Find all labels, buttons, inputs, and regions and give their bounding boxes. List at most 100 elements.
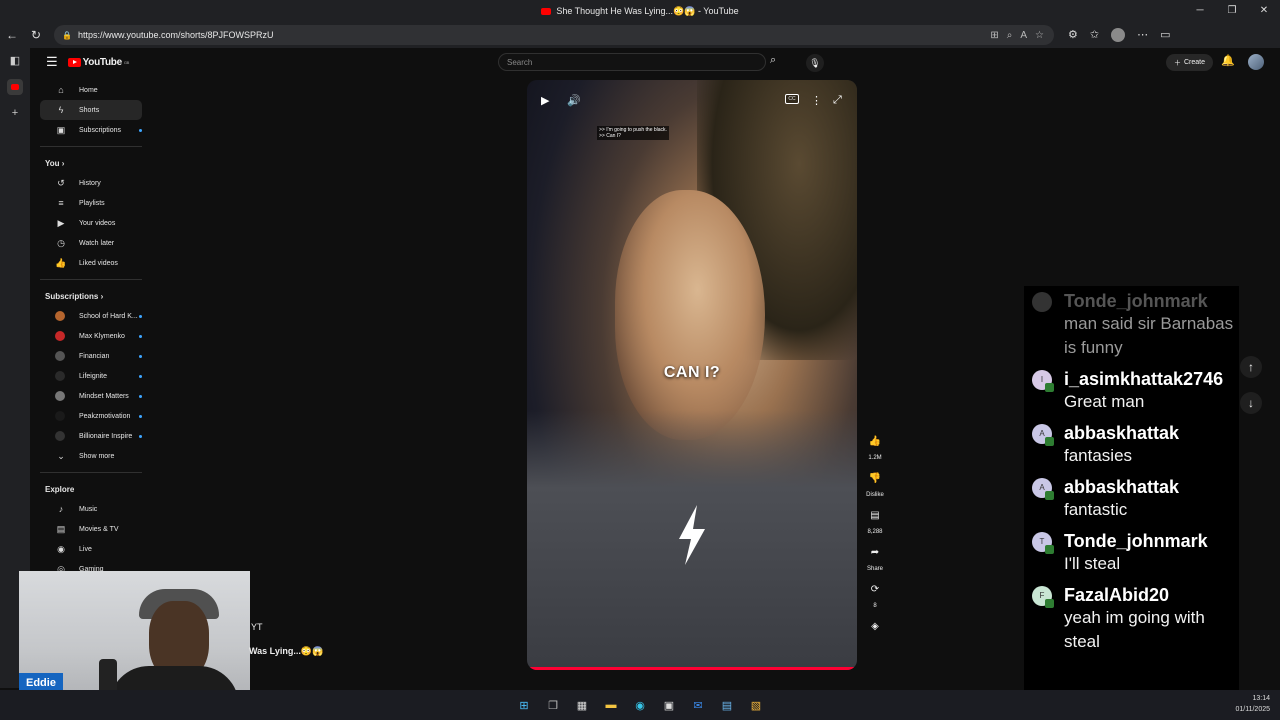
url-text: https://www.youtube.com/shorts/8PJFOWSPR… [77, 30, 274, 40]
sidebar-subscription-item[interactable]: School of Hard K... [40, 306, 142, 326]
zoom-icon[interactable]: ⌕ [1007, 30, 1013, 41]
youtube-favicon-icon [541, 7, 552, 15]
chat-user-avatar: A [1032, 424, 1054, 446]
captions-icon[interactable]: CC [785, 94, 799, 104]
task-view-icon[interactable]: ❐ [543, 695, 563, 715]
address-bar-row: ← ↻ 🔒 https://www.youtube.com/shorts/8PJ… [0, 22, 1280, 48]
sound-icon: ◈ [871, 620, 879, 632]
store-icon[interactable]: ▣ [659, 695, 679, 715]
widgets-icon[interactable]: ▦ [572, 695, 592, 715]
your-videos-icon: ▶ [57, 217, 65, 228]
windows-start-icon[interactable]: ⊞ [514, 695, 534, 715]
back-icon[interactable]: ← [0, 28, 24, 42]
sidebar-item-music[interactable]: ♪ Music [40, 499, 142, 519]
create-button[interactable]: ＋ Create [1166, 54, 1214, 71]
microphone-icon[interactable]: 🎙 [806, 54, 824, 72]
new-content-dot [139, 128, 142, 132]
sidebar-item-history[interactable]: ↺ History [40, 173, 142, 193]
search-input[interactable]: Search [498, 53, 766, 71]
file-explorer-icon[interactable]: ▬ [601, 695, 621, 715]
youtube-header: ☰ YouTube GB Search ⌕ 🎙 ＋ Create 🔔 [30, 48, 1280, 76]
sidebar-toggle-icon[interactable]: ▭ [1160, 28, 1170, 42]
sidebar-item-playlists[interactable]: ≡ Playlists [40, 193, 142, 213]
youtube-logo[interactable]: YouTube GB [67, 57, 129, 68]
notepad-icon[interactable]: ▤ [717, 695, 737, 715]
sound-button[interactable]: ◈ [860, 615, 890, 637]
sidebar-item-liked-videos[interactable]: 👍 Liked videos [40, 253, 142, 273]
chat-user-avatar: I [1032, 370, 1054, 392]
youtube-tab[interactable] [7, 79, 23, 95]
sidebar-subscription-item[interactable]: Billionaire Inspire [40, 426, 142, 446]
read-aloud-icon[interactable]: A [1020, 30, 1027, 41]
sidebar-item-shorts[interactable]: ϟ Shorts [40, 100, 142, 120]
search-icon[interactable]: ⌕ [770, 54, 776, 67]
sticky-notes-icon[interactable]: ▧ [746, 695, 766, 715]
video-progress-bar[interactable] [527, 667, 857, 670]
sidebar-item-watch-later[interactable]: ◷ Watch later [40, 233, 142, 253]
window-controls: ─ ❐ ✕ [1184, 0, 1280, 22]
partial-video-title: Was Lying...😳😱 [249, 646, 324, 656]
fullscreen-icon[interactable]: ⤢ [833, 94, 842, 107]
sidebar-item-live[interactable]: ◉ Live [40, 539, 142, 559]
lock-icon: 🔒 [62, 30, 72, 40]
favorites-icon[interactable]: ✩ [1090, 28, 1099, 42]
sidebar-subscription-item[interactable]: Max Klymenko [40, 326, 142, 346]
sidebar-explore-heading: Explore [45, 484, 75, 494]
outlook-icon[interactable]: ✉ [688, 695, 708, 715]
sidebar-show-more[interactable]: ⌄ Show more [40, 446, 142, 466]
new-content-dot [139, 414, 142, 418]
chat-username: abbaskhattak [1064, 423, 1180, 443]
restore-icon[interactable]: ❐ [1216, 0, 1248, 22]
extensions-icon[interactable]: ⚙ [1068, 28, 1078, 42]
system-tray-clock[interactable]: 13:14 01/11/2025 [1235, 693, 1270, 715]
sidebar-divider [40, 472, 142, 473]
sidebar-item-home[interactable]: ⌂ Home [40, 80, 142, 100]
account-avatar[interactable] [1248, 54, 1264, 70]
sidebar-subscription-item[interactable]: Mindset Matters [40, 386, 142, 406]
previous-short-arrow-icon[interactable]: ↑ [1240, 356, 1262, 378]
sidebar-subscription-item[interactable]: Financian [40, 346, 142, 366]
minimize-icon[interactable]: ─ [1184, 0, 1216, 22]
sidebar-subscriptions-heading[interactable]: Subscriptions › [30, 286, 150, 306]
notifications-bell-icon[interactable]: 🔔 [1221, 54, 1235, 67]
refresh-icon[interactable]: ↻ [24, 28, 48, 42]
edge-browser-icon[interactable]: ◉ [630, 695, 650, 715]
more-options-icon[interactable]: ⋮ [811, 94, 822, 107]
profile-icon[interactable] [1111, 28, 1126, 42]
hamburger-menu-icon[interactable]: ☰ [46, 54, 58, 70]
chevron-down-icon: ⌄ [57, 450, 65, 461]
thumbs-down-icon: 👎 [868, 472, 882, 484]
new-content-dot [139, 334, 142, 338]
sidebar-divider [40, 146, 142, 147]
shorts-icon: ϟ [58, 105, 64, 115]
sidebar-item-subscriptions[interactable]: ▣ Subscriptions [40, 120, 142, 140]
new-tab-icon[interactable]: + [12, 107, 18, 119]
remix-button[interactable]: ⟳ 8 [860, 578, 890, 610]
sidebar-item-your-videos[interactable]: ▶ Your videos [40, 213, 142, 233]
more-menu-icon[interactable]: ⋯ [1137, 28, 1148, 42]
sidebar-subscription-item[interactable]: Peakzmotivation [40, 406, 142, 426]
close-icon[interactable]: ✕ [1248, 0, 1280, 22]
sidebar-item-movies[interactable]: ▤ Movies & TV [40, 519, 142, 539]
chat-badge-icon [1045, 599, 1054, 608]
shorts-video-player[interactable]: ▶ 🔊 CC ⋮ ⤢ >> I'm going to push the blac… [527, 80, 857, 670]
sidebar-subscription-item[interactable]: Lifeignite [40, 366, 142, 386]
chat-user-avatar: A [1032, 478, 1054, 500]
share-button[interactable]: ➦ Share [860, 541, 890, 573]
chat-message: Ii_asimkhattak2746 Great man [1024, 364, 1239, 418]
tab-actions-icon[interactable]: ◧ [10, 54, 20, 67]
video-caption-text: CAN I? [663, 364, 721, 381]
next-short-arrow-icon[interactable]: ↓ [1240, 392, 1262, 414]
url-field[interactable]: 🔒 https://www.youtube.com/shorts/8PJFOWS… [54, 25, 1054, 45]
favorite-star-icon[interactable]: ☆ [1035, 30, 1044, 41]
app-available-icon[interactable]: ⊞ [990, 30, 998, 41]
dislike-button[interactable]: 👎 Dislike [860, 467, 890, 499]
chat-message: Aabbaskhattak fantastic [1024, 472, 1239, 526]
volume-icon[interactable]: 🔊 [567, 94, 581, 107]
like-button[interactable]: 👍 1.2M [860, 430, 890, 462]
play-icon[interactable]: ▶ [541, 94, 549, 107]
chat-text: Great man [1064, 392, 1145, 411]
comments-button[interactable]: ▤ 8,288 [860, 504, 890, 536]
lightning-bolt-icon [679, 505, 705, 565]
sidebar-you-heading[interactable]: You › [30, 153, 150, 173]
